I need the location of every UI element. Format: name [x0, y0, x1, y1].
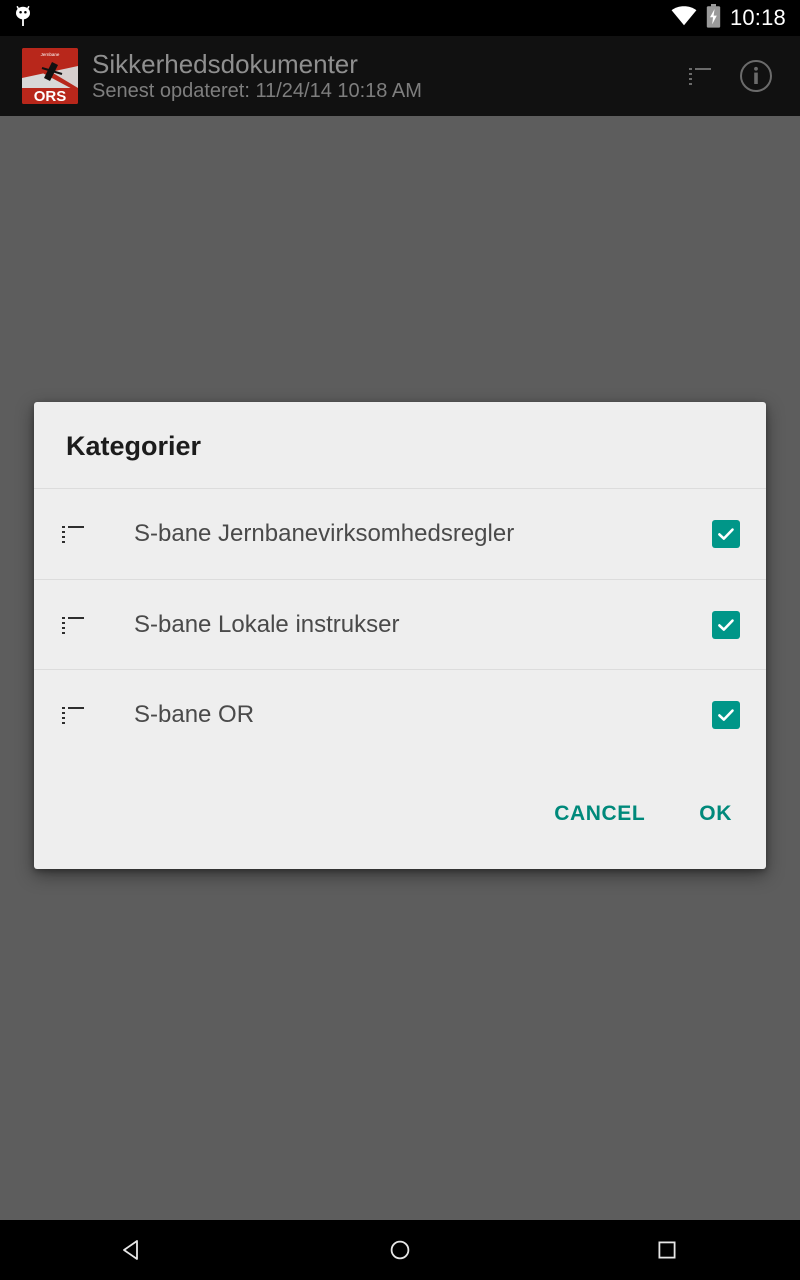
- categories-dialog: Kategorier S-bane Jernbanevirksomhedsreg…: [34, 402, 766, 869]
- page-subtitle: Senest opdateret: 11/24/14 10:18 AM: [92, 80, 422, 102]
- android-bug-icon: [14, 5, 32, 32]
- ors-app-logo: ORS Jernbane: [22, 48, 78, 104]
- info-icon[interactable]: [728, 48, 784, 104]
- list-item[interactable]: S-bane Jernbanevirksomhedsregler: [34, 489, 766, 579]
- back-icon[interactable]: [0, 1220, 267, 1280]
- wifi-icon: [671, 5, 697, 31]
- status-bar-left: [14, 5, 32, 32]
- ok-button[interactable]: OK: [695, 794, 736, 834]
- list-item-label: S-bane Jernbanevirksomhedsregler: [134, 520, 515, 547]
- drag-handle-icon[interactable]: [34, 616, 112, 634]
- list-item[interactable]: S-bane OR: [34, 669, 766, 759]
- home-icon[interactable]: [267, 1220, 534, 1280]
- checkbox-checked[interactable]: [712, 520, 740, 548]
- list-item-label: S-bane OR: [134, 700, 255, 728]
- svg-text:ORS: ORS: [34, 88, 67, 104]
- drag-handle-icon[interactable]: [34, 526, 112, 543]
- status-bar-clock: 10:18: [729, 5, 786, 30]
- status-bar: 10:18: [0, 0, 800, 36]
- status-bar-right: 10:18: [671, 3, 786, 33]
- list-item-label: S-bane Lokale instrukser: [134, 610, 400, 638]
- action-bar-titles: Sikkerhedsdokumenter Senest opdateret: 1…: [92, 49, 672, 103]
- action-bar: ORS Jernbane Sikkerhedsdokumenter Senest…: [0, 36, 800, 116]
- list-item[interactable]: S-bane Lokale instrukser: [34, 579, 766, 669]
- cancel-button[interactable]: CANCEL: [550, 794, 649, 834]
- page-title: Sikkerhedsdokumenter: [92, 49, 358, 79]
- checkbox-checked[interactable]: [712, 700, 740, 729]
- dialog-title: Kategorier: [66, 431, 202, 461]
- category-list: S-bane Jernbanevirksomhedsregler S-bane …: [34, 488, 766, 759]
- recents-icon[interactable]: [533, 1220, 800, 1280]
- drag-handle-icon[interactable]: [34, 706, 112, 724]
- android-screen: 10:18 ORS Jernbane Sikkerhedsdokumenter …: [0, 0, 800, 1280]
- svg-text:Jernbane: Jernbane: [41, 52, 60, 57]
- list-icon[interactable]: [672, 48, 728, 104]
- checkbox-checked[interactable]: [712, 610, 740, 639]
- dialog-actions: CANCEL OK: [34, 759, 766, 869]
- battery-charging-icon: [706, 3, 721, 33]
- navigation-bar: [0, 1220, 800, 1280]
